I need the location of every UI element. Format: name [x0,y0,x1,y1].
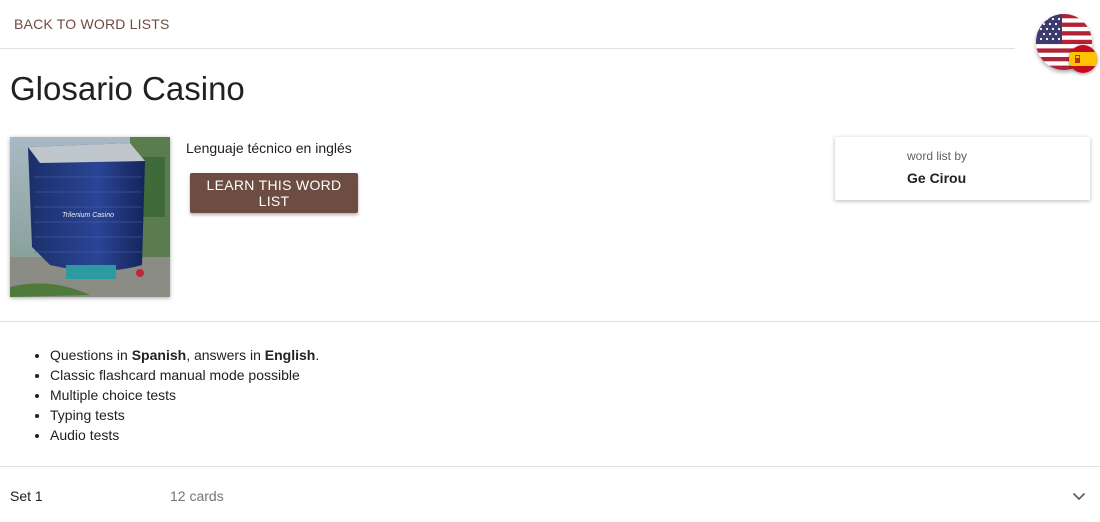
features-list: Questions in Spanish, answers in English… [30,345,319,445]
author-caption: word list by [907,149,968,163]
set-name: Set 1 [10,488,43,504]
list-item: Audio tests [50,425,319,445]
wordlist-cover-image: Trilenium Casino [10,137,170,297]
page-title: Glosario Casino [10,70,245,107]
list-item: Questions in Spanish, answers in English… [50,345,319,365]
list-item: Typing tests [50,405,319,425]
spain-flag-icon [1069,45,1097,73]
list-item: Multiple choice tests [50,385,319,405]
author-card[interactable]: word list by Ge Cirou [835,137,1090,200]
cover-image-text: Trilenium Casino [62,212,114,219]
language-switcher[interactable] [1036,14,1098,76]
divider [0,321,1100,322]
author-name[interactable]: Ge Cirou [907,170,966,186]
page: BACK TO WORD LISTS Glosario Casino Trile… [0,0,1100,522]
back-to-word-lists-link[interactable]: BACK TO WORD LISTS [14,16,170,32]
set-row[interactable]: Set 1 12 cards [0,467,1100,522]
top-bar: BACK TO WORD LISTS [0,0,1015,49]
chevron-down-icon[interactable] [1071,488,1087,504]
wordlist-description: Lenguaje técnico en inglés [186,140,352,156]
learn-word-list-button[interactable]: LEARN THIS WORD LIST [190,173,358,213]
list-item: Classic flashcard manual mode possible [50,365,319,385]
set-card-count: 12 cards [170,488,224,504]
